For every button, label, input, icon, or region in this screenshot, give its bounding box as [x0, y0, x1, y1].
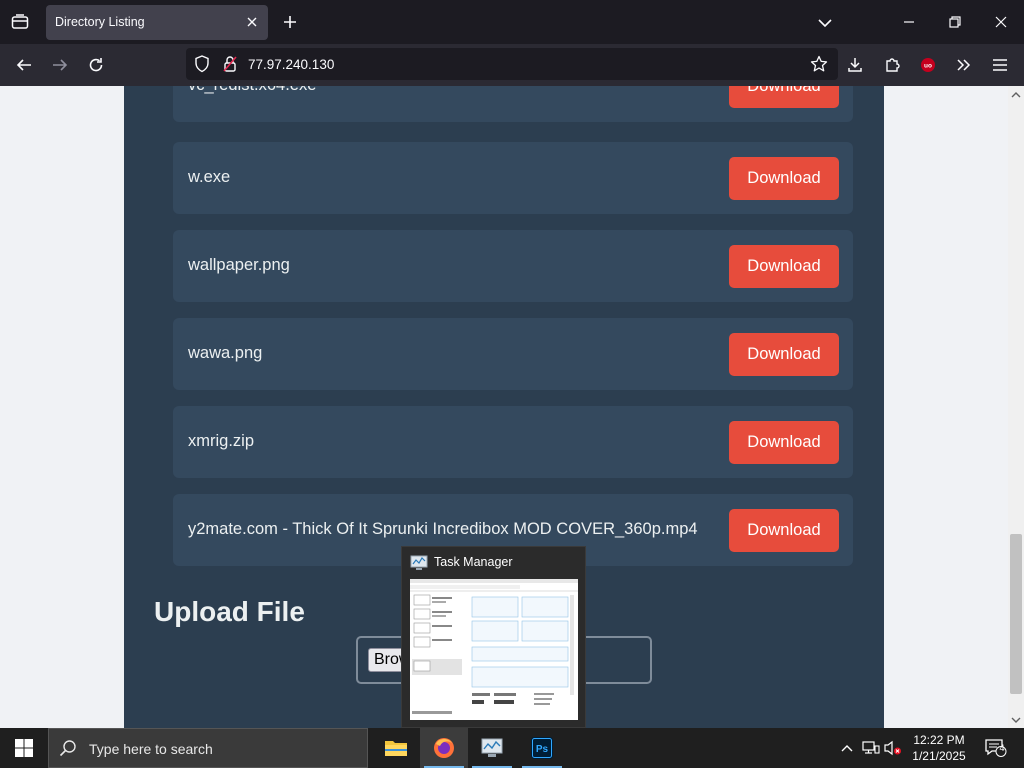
scroll-down-button[interactable]: [1008, 712, 1024, 728]
task-manager-icon: [481, 738, 503, 757]
tab-close-button[interactable]: [244, 14, 260, 30]
search-icon: [59, 739, 77, 762]
address-bar[interactable]: 77.97.240.130: [186, 48, 838, 80]
notification-count-badge: 4: [999, 743, 1005, 753]
close-icon: [247, 17, 257, 27]
restore-icon: [949, 16, 961, 28]
scroll-up-button[interactable]: [1008, 86, 1024, 102]
chevron-down-icon: [1011, 717, 1021, 723]
start-button[interactable]: [0, 728, 48, 768]
download-button[interactable]: Download: [729, 421, 839, 464]
file-name: wawa.png: [188, 344, 263, 362]
reload-button[interactable]: [83, 53, 109, 77]
download-button[interactable]: Download: [729, 157, 839, 200]
chevron-up-icon: [1011, 91, 1021, 97]
download-button[interactable]: Download: [729, 333, 839, 376]
list-all-tabs-button[interactable]: [814, 12, 836, 34]
file-name: xmrig.zip: [188, 432, 255, 450]
svg-text:Ps: Ps: [536, 744, 549, 755]
upload-heading: Upload File: [154, 596, 305, 627]
app-menu-button[interactable]: [987, 53, 1013, 77]
folder-icon: [385, 741, 407, 756]
windows-logo-icon: [15, 739, 33, 757]
new-tab-button[interactable]: [279, 11, 301, 33]
bookmark-star-icon[interactable]: [810, 55, 828, 78]
forward-button[interactable]: [47, 53, 73, 77]
tab-list-icon: [11, 14, 29, 29]
chevron-up-icon: [841, 745, 853, 752]
windows-taskbar: Type here to search Ps 12:22 PM 1/21/202…: [0, 728, 1024, 768]
task-manager-icon: [410, 555, 428, 576]
extensions-button[interactable]: [879, 53, 905, 77]
clock[interactable]: 12:22 PM 1/21/2025: [906, 732, 972, 764]
task-manager-thumbnail[interactable]: [410, 579, 578, 720]
volume-tray-button[interactable]: [884, 739, 902, 757]
insecure-lock-icon[interactable]: [222, 55, 238, 78]
firefox-icon: [434, 738, 454, 758]
ublock-icon: uo: [921, 58, 935, 72]
task-manager-taskbar-button[interactable]: [468, 728, 516, 768]
task-manager-preview[interactable]: Task Manager: [401, 546, 586, 728]
photoshop-icon: Ps: [531, 737, 553, 759]
restore-button[interactable]: [932, 8, 978, 36]
hamburger-menu-icon: [993, 59, 1007, 71]
task-manager-preview-title: Task Manager: [434, 555, 513, 569]
double-chevron-right-icon: [957, 59, 971, 71]
arrow-left-icon: [16, 59, 31, 71]
scrollbar-thumb[interactable]: [1010, 534, 1022, 694]
firefox-taskbar-button[interactable]: [420, 728, 468, 768]
vertical-scrollbar[interactable]: [1008, 86, 1024, 728]
task-manager-window-thumbnail: [410, 579, 578, 720]
tab-list-button[interactable]: [8, 10, 32, 34]
puzzle-icon: [886, 58, 900, 72]
file-name: vc_redist.x64.exe: [188, 86, 316, 95]
tab-directory-listing[interactable]: Directory Listing: [46, 5, 268, 40]
minimize-button[interactable]: [886, 8, 932, 36]
file-row: w.exe Download: [173, 142, 853, 214]
file-row: wallpaper.png Download: [173, 230, 853, 302]
close-icon: [995, 16, 1007, 28]
file-name: w.exe: [188, 168, 231, 186]
svg-text:uo: uo: [924, 63, 932, 70]
photoshop-taskbar-button[interactable]: Ps: [518, 728, 566, 768]
chevron-down-icon: [818, 19, 832, 28]
shield-icon[interactable]: [194, 55, 210, 78]
download-icon: [848, 58, 862, 72]
tab-bar: Directory Listing: [0, 0, 1024, 44]
show-hidden-icons-button[interactable]: [838, 739, 856, 757]
file-name: y2mate.com - Thick Of It Sprunki Incredi…: [188, 520, 698, 538]
volume-muted-icon: [884, 740, 901, 756]
url-text[interactable]: 77.97.240.130: [248, 57, 334, 72]
network-tray-button[interactable]: [862, 739, 880, 757]
downloads-button[interactable]: [842, 53, 868, 77]
file-row: xmrig.zip Download: [173, 406, 853, 478]
download-button[interactable]: Download: [729, 509, 839, 552]
file-row: vc_redist.x64.exe Download: [173, 86, 853, 122]
more-tools-button[interactable]: [951, 53, 977, 77]
clock-time: 12:22 PM: [913, 733, 965, 747]
tab-title: Directory Listing: [55, 15, 145, 29]
close-window-button[interactable]: [978, 8, 1024, 36]
back-button[interactable]: [11, 53, 37, 77]
file-row: wawa.png Download: [173, 318, 853, 390]
file-explorer-taskbar-button[interactable]: [372, 728, 420, 768]
plus-icon: [284, 16, 296, 28]
reload-icon: [89, 58, 103, 72]
minimize-icon: [904, 21, 914, 23]
ublock-origin-button[interactable]: uo: [915, 53, 941, 77]
download-button[interactable]: Download: [729, 86, 839, 108]
taskbar-search-box[interactable]: Type here to search: [48, 728, 368, 768]
search-placeholder: Type here to search: [89, 741, 213, 757]
file-name: wallpaper.png: [188, 256, 290, 274]
download-button[interactable]: Download: [729, 245, 839, 288]
network-icon: [862, 741, 880, 754]
action-center-button[interactable]: 4: [984, 739, 1008, 757]
clock-date: 1/21/2025: [912, 749, 966, 763]
arrow-right-icon: [53, 59, 68, 71]
